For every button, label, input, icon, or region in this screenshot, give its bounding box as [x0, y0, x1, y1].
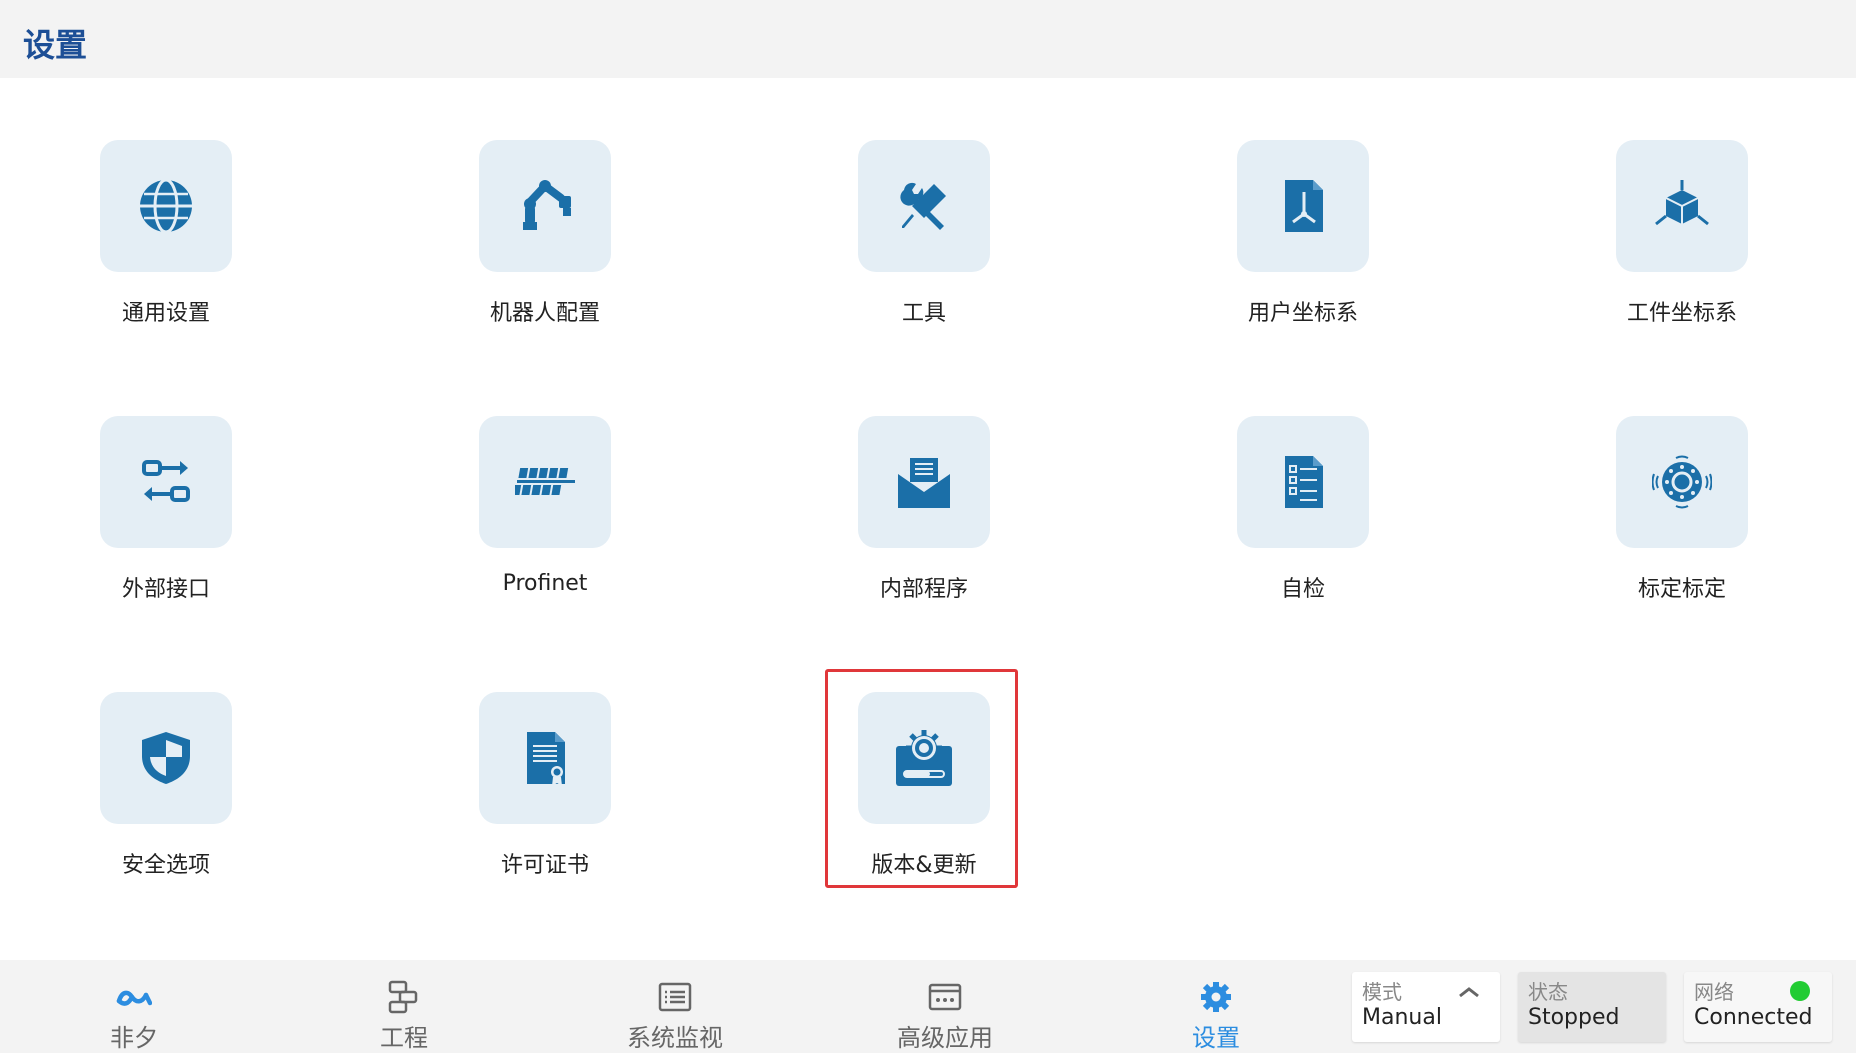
tile-workpiece-frame[interactable]: 工件坐标系 [1572, 140, 1792, 360]
tile-label: 用户坐标系 [1247, 301, 1358, 326]
top-header: 设置 [0, 0, 1856, 78]
tile-tools[interactable]: 工具 [814, 140, 1034, 360]
nav-project[interactable]: 工程 [304, 960, 504, 1053]
state-indicator: 状态 Stopped [1518, 972, 1666, 1042]
state-label: 状态 [1528, 980, 1568, 1004]
nav-label: 非夕 [110, 1024, 158, 1052]
tile-external-interface[interactable]: 外部接口 [56, 416, 276, 636]
shield-icon [142, 732, 190, 784]
tile-internal-program[interactable]: 内部程序 [814, 416, 1034, 636]
nav-advanced-apps[interactable]: 高级应用 [845, 960, 1045, 1053]
certificate-icon [527, 732, 565, 786]
nav-system-monitor[interactable]: 系统监视 [575, 960, 775, 1053]
tile-label: 工件坐标系 [1626, 301, 1737, 326]
user-frame-icon [1285, 180, 1323, 232]
nav-label: 系统监视 [627, 1024, 723, 1052]
chevron-up-icon [1459, 987, 1479, 998]
tile-robot-config[interactable]: 机器人配置 [435, 140, 655, 360]
tile-general-settings[interactable]: 通用设置 [56, 140, 276, 360]
tile-label: 工具 [901, 301, 946, 326]
network-indicator: 网络 Connected [1684, 972, 1832, 1042]
mode-value: Manual [1362, 1005, 1442, 1030]
tile-label: 安全选项 [121, 853, 210, 878]
selection-highlight [825, 669, 1018, 888]
tile-self-check[interactable]: 自检 [1193, 416, 1413, 636]
nav-settings[interactable]: 设置 [1116, 960, 1316, 1053]
page-title: 设置 [23, 26, 88, 64]
state-value: Stopped [1528, 1005, 1620, 1030]
tile-label: 内部程序 [879, 577, 968, 602]
tile-label: 许可证书 [500, 853, 589, 878]
network-value: Connected [1694, 1005, 1813, 1030]
monitor-icon [658, 982, 692, 1012]
tile-calibration[interactable]: 标定标定 [1572, 416, 1792, 636]
tile-label: 自检 [1280, 577, 1325, 602]
project-icon [388, 980, 418, 1014]
mode-selector[interactable]: 模式 Manual [1352, 972, 1500, 1042]
flexiv-logo-icon [116, 990, 152, 1006]
nav-label: 高级应用 [897, 1024, 993, 1052]
tile-license[interactable]: 许可证书 [435, 692, 655, 912]
io-interface-icon [142, 460, 190, 502]
settings-gear-icon [1201, 982, 1231, 1012]
profinet-icon [515, 468, 575, 495]
tile-label: 外部接口 [121, 577, 210, 602]
tile-label: 机器人配置 [489, 301, 600, 326]
network-status-dot [1790, 981, 1810, 1001]
nav-label: 设置 [1192, 1024, 1240, 1052]
checklist-icon [1285, 456, 1323, 508]
bottom-nav-bar: 非夕 工程 系统监视 高级应用 设置 模式 Manual 状态 Stopped … [0, 960, 1856, 1053]
calibration-icon [1652, 455, 1712, 509]
robot-arm-icon [523, 180, 571, 230]
tile-user-frame[interactable]: 用户坐标系 [1193, 140, 1413, 360]
tile-safety-options[interactable]: 安全选项 [56, 692, 276, 912]
tile-profinet[interactable]: Profinet [435, 416, 655, 636]
mail-program-icon [898, 458, 950, 508]
globe-icon [140, 178, 192, 234]
advanced-app-icon [928, 983, 962, 1011]
tile-label: Profinet [502, 571, 588, 596]
nav-flexiv[interactable]: 非夕 [34, 960, 234, 1053]
tile-label: 标定标定 [1637, 577, 1726, 602]
nav-label: 工程 [380, 1024, 428, 1052]
tools-icon [900, 182, 946, 230]
workpiece-frame-icon [1655, 180, 1709, 226]
tile-label: 通用设置 [121, 301, 210, 326]
